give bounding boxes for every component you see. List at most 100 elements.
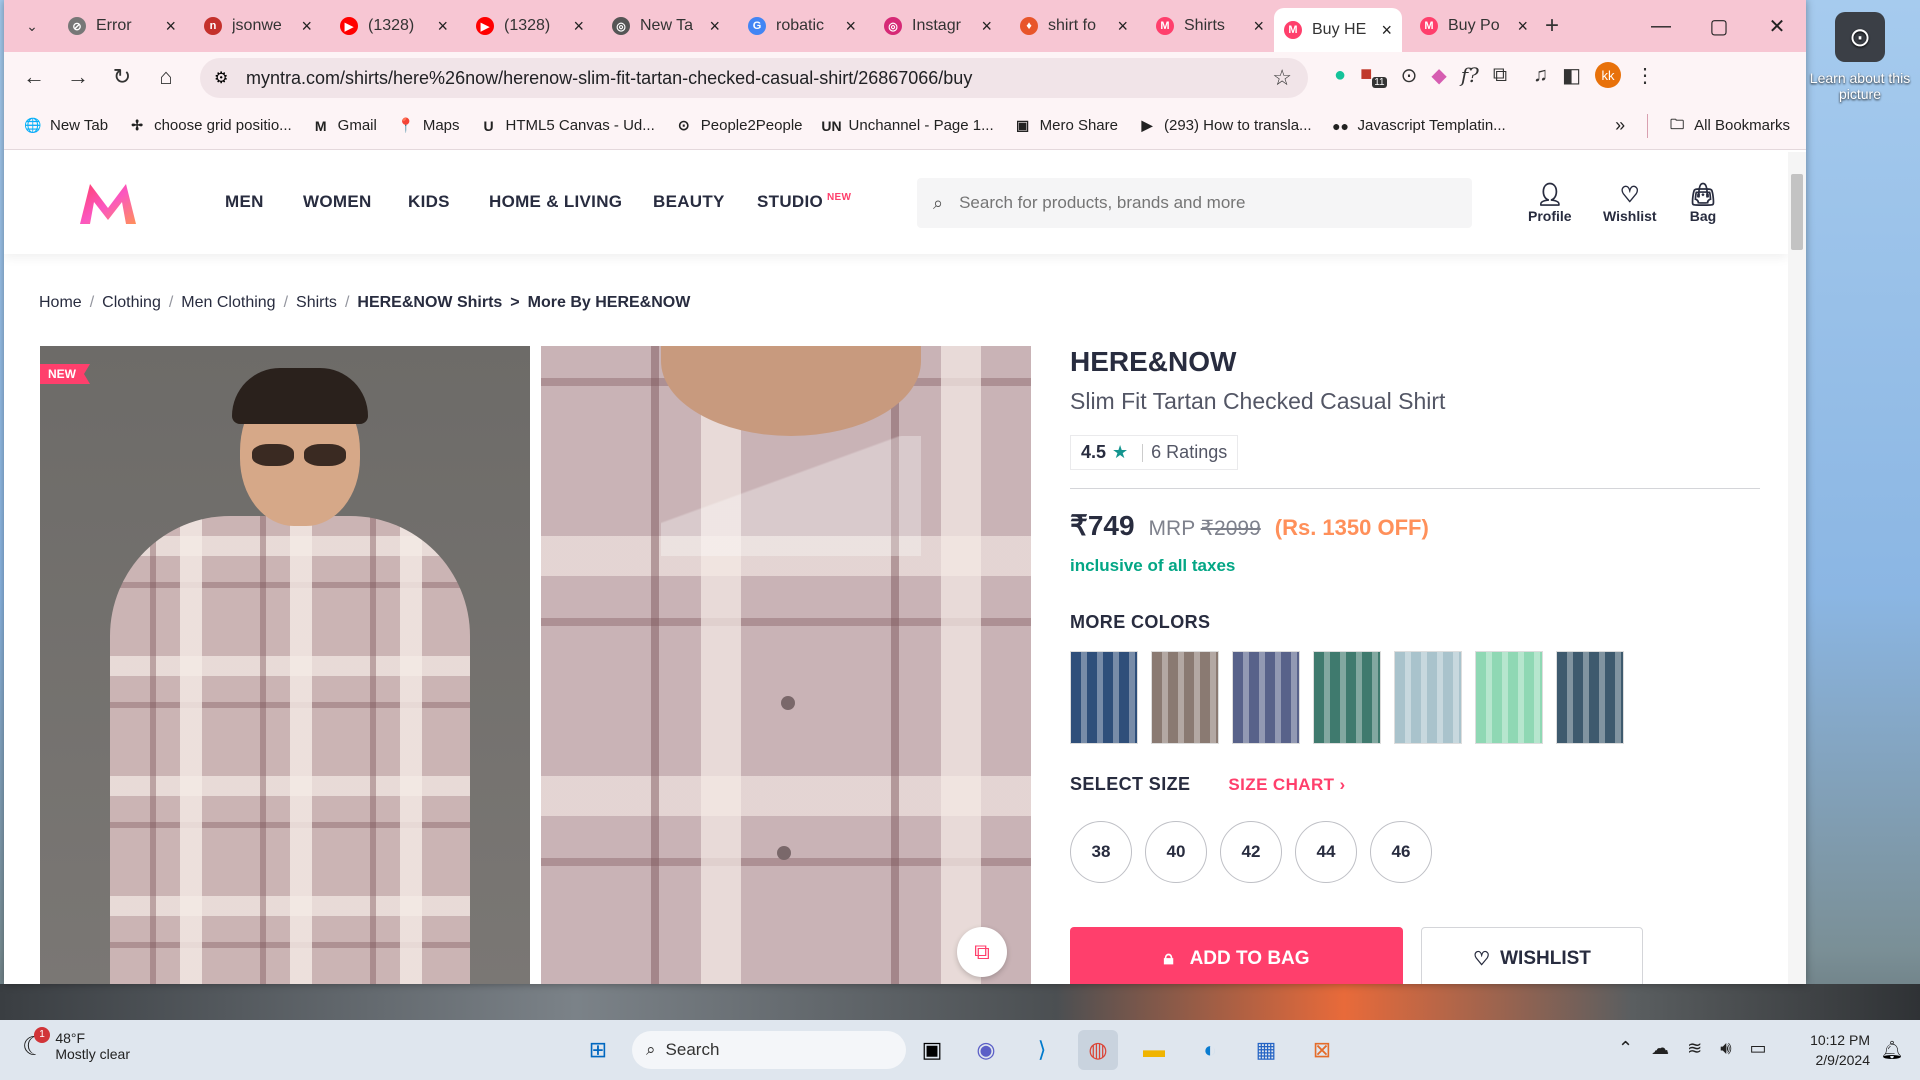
add-to-bag-button[interactable]: 🔒︎ ADD TO BAG [1070,927,1403,984]
nav-beauty[interactable]: BEAUTY [653,192,725,212]
profile-button[interactable]: 👤︎ Profile [1528,182,1572,224]
product-image-1[interactable] [40,346,530,984]
minimize-icon[interactable]: — [1632,0,1690,52]
color-swatch[interactable] [1556,651,1624,744]
tab-close-icon[interactable]: × [1517,16,1528,37]
browser-tab[interactable]: ◎ Instagr × [874,8,1002,44]
system-clock[interactable]: 10:12 PM 2/9/2024 [1810,1030,1870,1070]
nav-men[interactable]: MEN [225,192,264,212]
grammarly-icon[interactable]: ● [1334,64,1346,87]
address-bar[interactable]: ⚙ myntra.com/shirts/here%26now/herenow-s… [200,58,1308,98]
learn-about-picture[interactable]: ⊙ Learn about this picture [1808,12,1912,102]
wishlist-button[interactable]: ♡ WISHLIST [1421,927,1643,984]
tab-close-icon[interactable]: × [709,16,720,37]
wifi-icon[interactable]: ≋ [1687,1038,1702,1059]
bookmark-item[interactable]: ●● Javascript Templatin... [1332,117,1506,135]
bookmark-item[interactable]: U HTML5 Canvas - Ud... [480,117,654,135]
chevron-up-icon[interactable]: ⌃ [1618,1038,1633,1059]
wishlist-link[interactable]: ♡ Wishlist [1603,182,1657,224]
nav-studio[interactable]: STUDIO NEW [757,192,851,212]
battery-icon[interactable]: ▭ [1750,1038,1767,1059]
crumb-brand-shirts[interactable]: HERE&NOW Shirts [357,294,502,312]
extension-badge-icon[interactable]: ■ 11 [1360,63,1387,88]
reload-icon[interactable]: ↻ [100,55,144,99]
back-icon[interactable]: ← [12,55,56,99]
myntra-logo[interactable] [76,178,140,228]
tab-close-icon[interactable]: × [573,16,584,37]
maximize-icon[interactable]: ▢ [1690,0,1748,52]
color-swatch[interactable] [1070,651,1138,744]
browser-tab[interactable]: Grobatic × [738,8,866,44]
chrome-icon[interactable]: ◍ [1078,1030,1118,1070]
page-scrollbar[interactable] [1788,152,1806,984]
notification-bell-icon[interactable]: 🔔︎ [1872,1030,1912,1070]
bookmark-item[interactable]: 🌐 New Tab [24,117,108,135]
site-info-icon[interactable]: ⚙ [214,68,228,88]
search-icon[interactable]: ⌕ [933,193,943,214]
browser-tab[interactable]: M Buy HE × [1274,8,1402,52]
browser-tab[interactable]: M Shirts × [1146,8,1274,44]
browser-tab[interactable]: ◎ New Ta × [602,8,730,44]
bookmark-item[interactable]: ✢ choose grid positio... [128,117,291,135]
volume-icon[interactable]: 🔊︎ [1720,1038,1731,1059]
side-panel-icon[interactable]: ◧ [1562,63,1581,88]
forward-icon[interactable]: → [56,55,100,99]
crumb-home[interactable]: Home [39,294,82,312]
devtools-extension-icon[interactable]: ⊙ [1401,63,1418,88]
tab-search-button[interactable]: ⌄ [12,8,52,44]
meet-icon[interactable]: ◉ [966,1030,1006,1070]
tab-close-icon[interactable]: × [165,16,176,37]
size-button[interactable]: 42 [1220,821,1282,883]
nav-women[interactable]: WOMEN [303,192,372,212]
browser-tab[interactable]: ▶ (1328) × [466,8,594,44]
size-chart-link[interactable]: SIZE CHART › [1228,775,1345,795]
size-button[interactable]: 40 [1145,821,1207,883]
tab-close-icon[interactable]: × [1253,16,1264,37]
formula-extension-icon[interactable]: f? [1461,63,1479,87]
search-input[interactable] [959,193,1420,213]
bookmark-item[interactable]: 📍 Maps [397,117,459,135]
nav-home-living[interactable]: HOME & LIVING [489,192,622,212]
bookmark-star-icon[interactable]: ☆ [1272,65,1292,91]
start-icon[interactable]: ⊞ [578,1030,618,1070]
weather-widget[interactable]: ☾ 1 48°F Mostly clear [22,1026,130,1062]
color-swatch[interactable] [1151,651,1219,744]
all-bookmarks-button[interactable]: 🗀 All Bookmarks [1668,116,1790,135]
tab-close-icon[interactable]: × [981,16,992,37]
browser-tab[interactable]: n jsonwe × [194,8,322,44]
crumb-more-by-brand[interactable]: More By HERE&NOW [528,294,691,312]
bookmark-item[interactable]: ▣ Mero Share [1014,117,1118,135]
taskbar-search[interactable]: ⌕ Search [632,1031,906,1069]
color-swatch[interactable] [1394,651,1462,744]
browser-tab[interactable]: ⊘ Error × [58,8,186,44]
browser-tab[interactable]: ♦ shirt fo × [1010,8,1138,44]
browser-tab[interactable]: M Buy Po × [1410,8,1538,44]
bag-button[interactable]: 👜︎ Bag [1689,182,1717,224]
media-controls-icon[interactable]: ♫ [1533,64,1548,87]
color-swatch[interactable] [1232,651,1300,744]
crumb-shirts[interactable]: Shirts [296,294,337,312]
tab-close-icon[interactable]: × [1381,20,1392,41]
size-button[interactable]: 38 [1070,821,1132,883]
bookmark-item[interactable]: ⊙ People2People [675,117,803,135]
profile-avatar[interactable]: kk [1595,62,1622,88]
size-button[interactable]: 44 [1295,821,1357,883]
file-explorer-icon[interactable]: ▬ [1134,1030,1174,1070]
tab-close-icon[interactable]: × [845,16,856,37]
color-swatch[interactable] [1313,651,1381,744]
crumb-men-clothing[interactable]: Men Clothing [181,294,275,312]
bookmark-item[interactable]: UN Unchannel - Page 1... [821,117,993,135]
tab-close-icon[interactable]: × [301,16,312,37]
more-bookmarks-icon[interactable]: » [1615,115,1625,136]
edge-icon[interactable]: ◐ [1190,1030,1230,1070]
tab-close-icon[interactable]: × [437,16,448,37]
scrollbar-thumb[interactable] [1791,174,1803,250]
gradient-extension-icon[interactable]: ◆ [1431,63,1446,88]
store-icon[interactable]: ▦ [1246,1030,1286,1070]
rating-box[interactable]: 4.5 ★ 6 Ratings [1070,435,1239,470]
home-icon[interactable]: ⌂ [144,55,188,99]
product-image-2[interactable] [541,346,1031,984]
nav-kids[interactable]: KIDS [408,192,450,212]
color-swatch[interactable] [1475,651,1543,744]
tab-close-icon[interactable]: × [1117,16,1128,37]
